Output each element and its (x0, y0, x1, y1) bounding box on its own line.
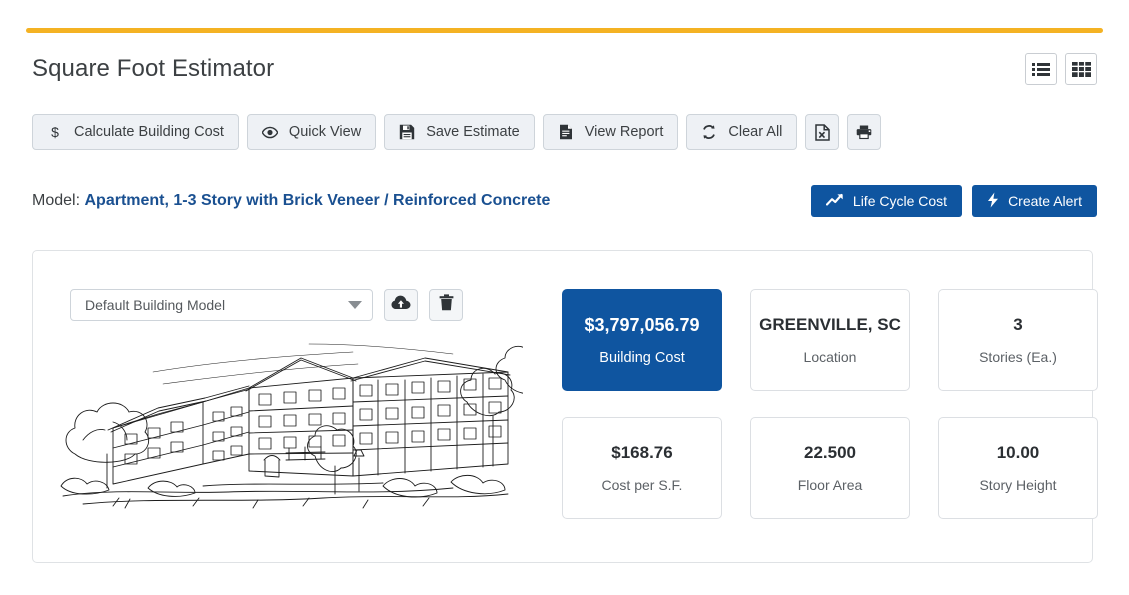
stat-card-cost-per-sf[interactable]: $168.76 Cost per S.F. (562, 417, 722, 519)
stat-card-stories[interactable]: 3 Stories (Ea.) (938, 289, 1098, 391)
stat-label: Cost per S.F. (602, 477, 683, 493)
model-prefix: Model: (32, 192, 80, 209)
model-label-group: Model: Apartment, 1-3 Story with Brick V… (32, 192, 550, 210)
action-toolbar: $ Calculate Building Cost Quick View (32, 114, 881, 150)
estimate-panel: Default Building Model (32, 250, 1093, 563)
quick-view-label: Quick View (289, 124, 361, 140)
stat-value: 3 (1013, 315, 1022, 335)
clear-all-label: Clear All (728, 124, 782, 140)
building-model-select-value: Default Building Model (85, 297, 225, 313)
model-select-row: Default Building Model (70, 289, 526, 321)
clear-all-button[interactable]: Clear All (686, 114, 797, 150)
stat-card-building-cost[interactable]: $3,797,056.79 Building Cost (562, 289, 722, 391)
model-row: Model: Apartment, 1-3 Story with Brick V… (32, 184, 1097, 218)
export-excel-button[interactable] (805, 114, 839, 150)
view-toggle-group (1025, 53, 1097, 85)
model-action-buttons: Life Cycle Cost Create Alert (811, 185, 1097, 217)
stat-card-location[interactable]: GREENVILLE, SC Location (750, 289, 910, 391)
delete-model-button[interactable] (429, 289, 463, 321)
building-model-column: Default Building Model (33, 251, 526, 562)
calculate-building-cost-button[interactable]: $ Calculate Building Cost (32, 114, 239, 150)
floppy-disk-icon (399, 124, 415, 140)
list-icon (1032, 62, 1050, 76)
stat-card-story-height[interactable]: 10.00 Story Height (938, 417, 1098, 519)
stat-value: $168.76 (611, 443, 672, 463)
stat-value: 10.00 (997, 443, 1040, 463)
save-estimate-button[interactable]: Save Estimate (384, 114, 535, 150)
excel-export-icon (814, 124, 830, 141)
stat-label: Location (804, 349, 857, 365)
stat-label: Story Height (979, 477, 1056, 493)
model-name-link[interactable]: Apartment, 1-3 Story with Brick Veneer /… (84, 192, 550, 209)
life-cycle-cost-label: Life Cycle Cost (853, 193, 947, 209)
view-report-button[interactable]: View Report (543, 114, 679, 150)
view-report-label: View Report (585, 124, 664, 140)
print-icon (856, 124, 872, 140)
calculate-building-cost-label: Calculate Building Cost (74, 124, 224, 140)
building-model-select[interactable]: Default Building Model (70, 289, 373, 321)
lightning-bolt-icon (987, 192, 999, 211)
create-alert-button[interactable]: Create Alert (972, 185, 1097, 217)
eye-icon (262, 126, 278, 139)
print-button[interactable] (847, 114, 881, 150)
apartment-building-sketch (53, 336, 523, 521)
square-foot-estimator-page: Square Foot Estimator (0, 0, 1129, 595)
cloud-upload-icon (391, 295, 411, 315)
refresh-icon (701, 124, 717, 140)
upload-model-button[interactable] (384, 289, 418, 321)
top-accent-bar (26, 28, 1103, 33)
stat-value: $3,797,056.79 (584, 315, 699, 336)
estimate-stat-cards: $3,797,056.79 Building Cost GREENVILLE, … (562, 289, 1098, 519)
page-header: Square Foot Estimator (32, 49, 1097, 89)
grid-icon (1072, 62, 1091, 77)
document-icon (558, 124, 574, 140)
trash-icon (439, 294, 454, 316)
create-alert-label: Create Alert (1008, 193, 1082, 209)
quick-view-button[interactable]: Quick View (247, 114, 376, 150)
chevron-down-icon (348, 301, 362, 309)
svg-text:$: $ (51, 124, 59, 140)
stat-card-floor-area[interactable]: 22.500 Floor Area (750, 417, 910, 519)
stat-value: 22.500 (804, 443, 856, 463)
grid-view-toggle[interactable] (1065, 53, 1097, 85)
stat-label: Stories (Ea.) (979, 349, 1057, 365)
life-cycle-cost-button[interactable]: Life Cycle Cost (811, 185, 962, 217)
page-title: Square Foot Estimator (32, 55, 274, 83)
stat-label: Floor Area (798, 477, 863, 493)
stat-label: Building Cost (599, 350, 684, 366)
list-view-toggle[interactable] (1025, 53, 1057, 85)
dollar-icon: $ (47, 124, 63, 140)
stat-value: GREENVILLE, SC (759, 315, 901, 335)
trend-chart-icon (826, 193, 844, 209)
save-estimate-label: Save Estimate (426, 124, 520, 140)
